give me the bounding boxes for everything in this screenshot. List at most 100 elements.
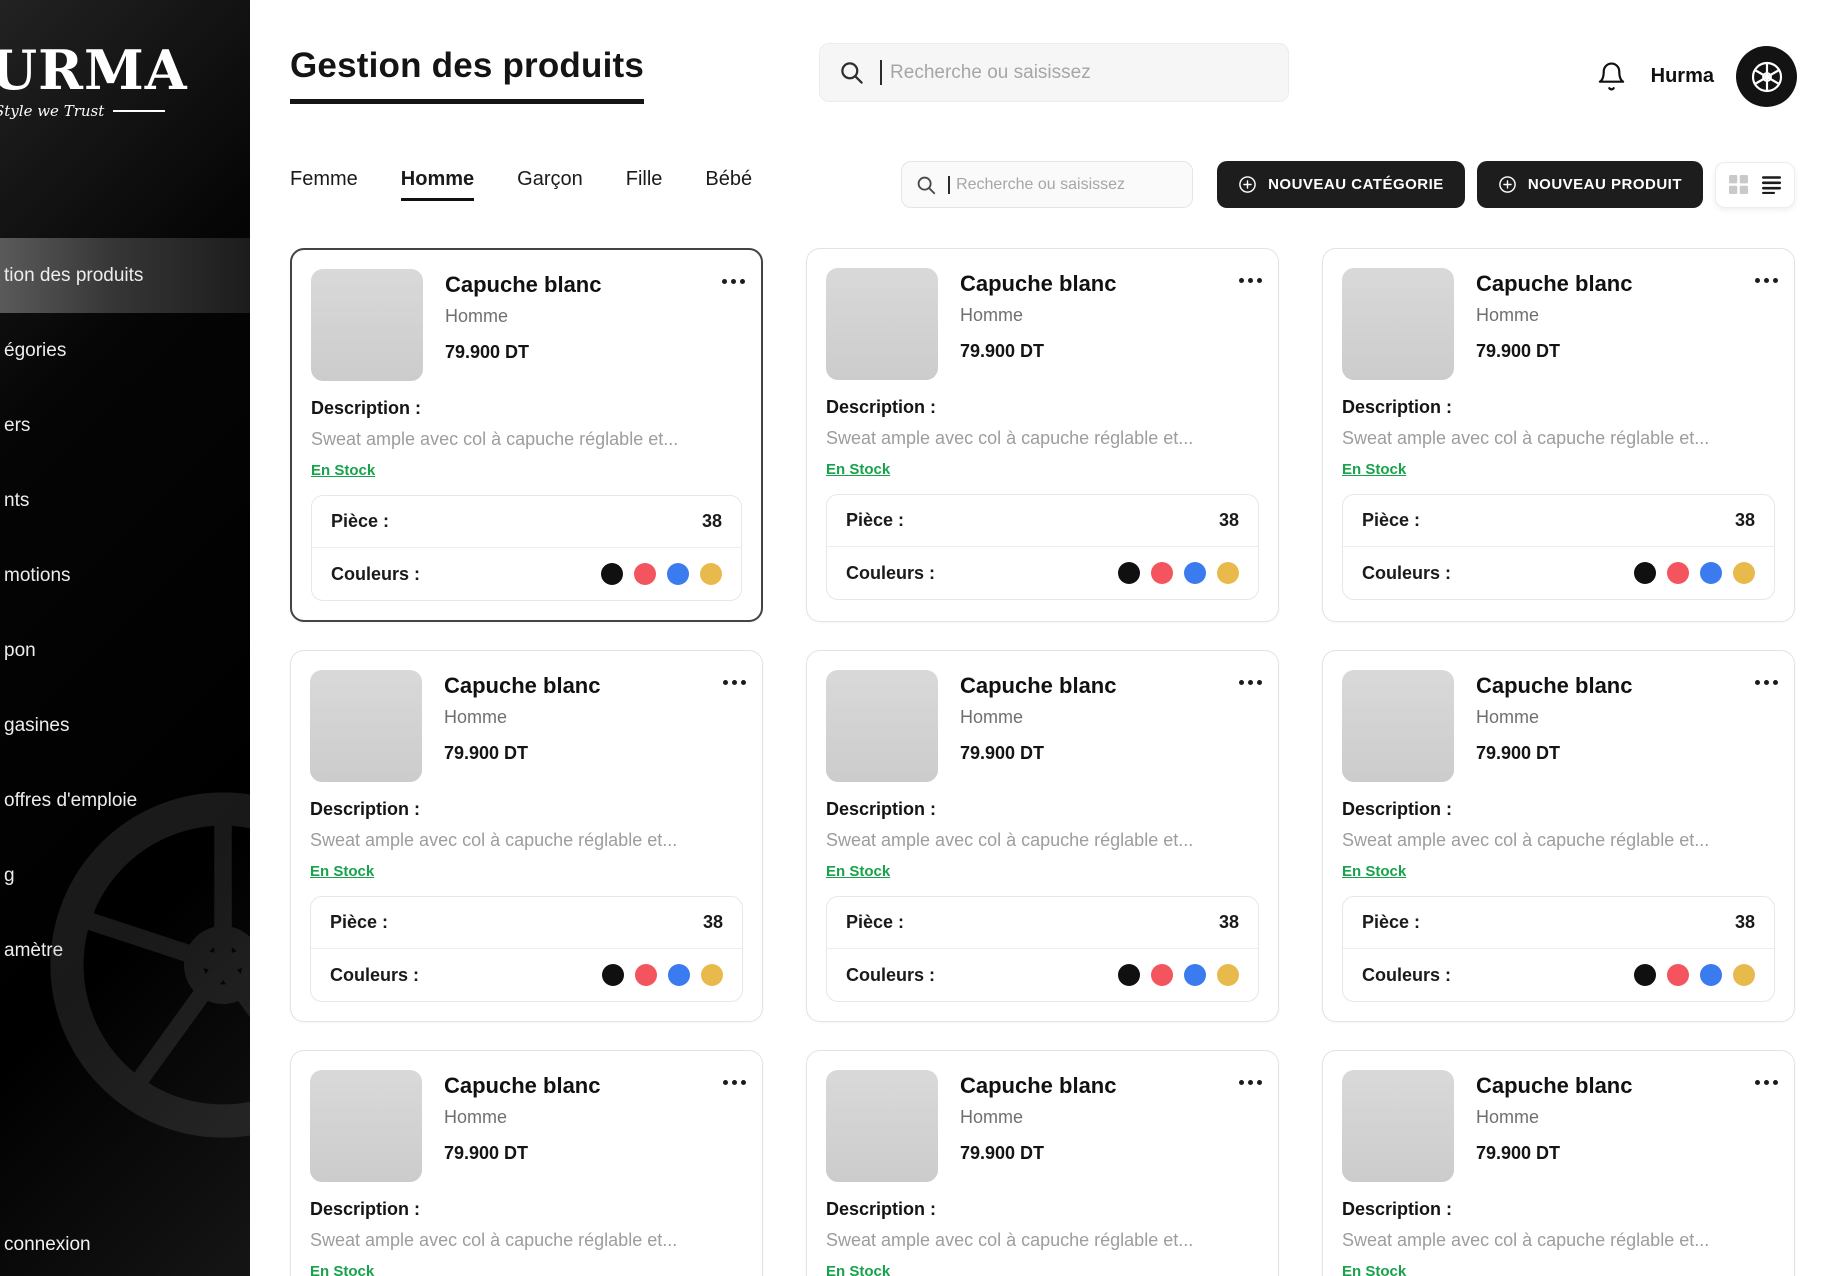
new-category-label: NOUVEAU CATÉGORIE bbox=[1268, 176, 1444, 193]
main-content: Gestion des produits Hurma bbox=[250, 0, 1840, 1276]
ellipsis-icon bbox=[732, 1080, 737, 1085]
sidebar-item[interactable]: g bbox=[0, 838, 250, 913]
product-card[interactable]: Capuche blanc Homme 79.900 DT Descriptio… bbox=[1322, 650, 1795, 1022]
colors-label: Couleurs : bbox=[1362, 563, 1451, 584]
card-menu-button[interactable] bbox=[1244, 270, 1257, 291]
product-title: Capuche blanc bbox=[1476, 673, 1632, 699]
card-menu-button[interactable] bbox=[1760, 672, 1773, 693]
ellipsis-icon bbox=[1764, 278, 1769, 283]
card-top: Capuche blanc Homme 79.900 DT bbox=[310, 670, 743, 782]
search-icon bbox=[838, 59, 865, 86]
text-cursor bbox=[880, 60, 882, 85]
header-search[interactable] bbox=[819, 43, 1289, 102]
ellipsis-icon bbox=[1248, 680, 1253, 685]
sidebar-item-logout[interactable]: connexion bbox=[4, 1234, 91, 1256]
product-category: Homme bbox=[444, 707, 600, 728]
card-head: Capuche blanc Homme 79.900 DT bbox=[1476, 670, 1632, 782]
colors-label: Couleurs : bbox=[330, 965, 419, 986]
product-card[interactable]: Capuche blanc Homme 79.900 DT Descriptio… bbox=[806, 248, 1279, 622]
grid-view-icon[interactable] bbox=[1729, 175, 1748, 194]
card-head: Capuche blanc Homme 79.900 DT bbox=[960, 670, 1116, 782]
notification-bell-icon[interactable] bbox=[1596, 61, 1627, 92]
color-dot bbox=[1118, 964, 1140, 986]
product-card[interactable]: Capuche blanc Homme 79.900 DT Descriptio… bbox=[290, 248, 763, 622]
color-dots bbox=[1118, 562, 1239, 584]
app-root: URMA Style we Trust tion des produitségo… bbox=[0, 0, 1840, 1276]
new-product-button[interactable]: NOUVEAU PRODUIT bbox=[1477, 161, 1703, 208]
product-card[interactable]: Capuche blanc Homme 79.900 DT Descriptio… bbox=[806, 650, 1279, 1022]
product-search-input[interactable] bbox=[956, 176, 1179, 194]
product-card[interactable]: Capuche blanc Homme 79.900 DT Descriptio… bbox=[806, 1050, 1279, 1276]
tab-bébé[interactable]: Bébé bbox=[705, 168, 752, 201]
new-category-button[interactable]: NOUVEAU CATÉGORIE bbox=[1217, 161, 1465, 208]
card-menu-button[interactable] bbox=[1760, 270, 1773, 291]
piece-value: 38 bbox=[702, 511, 722, 532]
header-search-input[interactable] bbox=[890, 62, 1270, 84]
color-dot bbox=[1733, 562, 1755, 584]
tab-femme[interactable]: Femme bbox=[290, 168, 358, 201]
card-menu-button[interactable] bbox=[1760, 1072, 1773, 1093]
color-dot bbox=[1700, 562, 1722, 584]
stock-badge: En Stock bbox=[1342, 461, 1406, 478]
sidebar-item[interactable]: amètre bbox=[0, 913, 250, 988]
product-search[interactable] bbox=[901, 161, 1193, 208]
color-dot bbox=[701, 964, 723, 986]
user-avatar[interactable] bbox=[1738, 48, 1795, 105]
colors-label: Couleurs : bbox=[1362, 965, 1451, 986]
product-info-box: Pièce : 38 Couleurs : bbox=[310, 896, 743, 1002]
card-top: Capuche blanc Homme 79.900 DT bbox=[826, 1070, 1259, 1182]
card-menu-button[interactable] bbox=[728, 672, 741, 693]
piece-value: 38 bbox=[703, 912, 723, 933]
sidebar-item[interactable]: pon bbox=[0, 613, 250, 688]
category-tabs: Femme Homme Garçon Fille Bébé bbox=[290, 168, 752, 201]
card-top: Capuche blanc Homme 79.900 DT bbox=[311, 269, 742, 381]
sidebar-item[interactable]: ers bbox=[0, 388, 250, 463]
user-name: Hurma bbox=[1651, 65, 1714, 88]
card-menu-button[interactable] bbox=[1244, 1072, 1257, 1093]
tab-homme[interactable]: Homme bbox=[401, 168, 474, 201]
sidebar-item[interactable]: motions bbox=[0, 538, 250, 613]
brand-tagline-text: Style we Trust bbox=[0, 102, 104, 120]
piece-row: Pièce : 38 bbox=[311, 897, 742, 948]
tab-fille[interactable]: Fille bbox=[626, 168, 663, 201]
product-card[interactable]: Capuche blanc Homme 79.900 DT Descriptio… bbox=[290, 1050, 763, 1276]
color-dots bbox=[1634, 562, 1755, 584]
card-head: Capuche blanc Homme 79.900 DT bbox=[960, 268, 1116, 380]
description-label: Description : bbox=[310, 1199, 743, 1220]
stock-badge: En Stock bbox=[826, 863, 890, 880]
product-card[interactable]: Capuche blanc Homme 79.900 DT Descriptio… bbox=[1322, 248, 1795, 622]
sidebar-item[interactable]: gasines bbox=[0, 688, 250, 763]
piece-label: Pièce : bbox=[1362, 912, 1420, 933]
description-label: Description : bbox=[826, 799, 1259, 820]
card-menu-button[interactable] bbox=[728, 1072, 741, 1093]
sidebar-item[interactable]: offres d'emploie bbox=[0, 763, 250, 838]
card-head: Capuche blanc Homme 79.900 DT bbox=[1476, 268, 1632, 380]
product-info-box: Pièce : 38 Couleurs : bbox=[826, 896, 1259, 1002]
product-description: Sweat ample avec col à capuche réglable … bbox=[826, 428, 1259, 449]
sidebar-item[interactable]: égories bbox=[0, 313, 250, 388]
card-menu-button[interactable] bbox=[727, 271, 740, 292]
card-head: Capuche blanc Homme 79.900 DT bbox=[444, 670, 600, 782]
card-menu-button[interactable] bbox=[1244, 672, 1257, 693]
card-top: Capuche blanc Homme 79.900 DT bbox=[1342, 1070, 1775, 1182]
color-dot bbox=[1151, 964, 1173, 986]
colors-row: Couleurs : bbox=[311, 948, 742, 1001]
product-grid: Capuche blanc Homme 79.900 DT Descriptio… bbox=[290, 248, 1795, 1276]
product-category: Homme bbox=[960, 1107, 1116, 1128]
product-image-placeholder bbox=[1342, 1070, 1454, 1182]
list-view-icon[interactable] bbox=[1762, 175, 1781, 194]
color-dot bbox=[1634, 964, 1656, 986]
color-dot bbox=[634, 563, 656, 585]
color-dot bbox=[1151, 562, 1173, 584]
product-price: 79.900 DT bbox=[1476, 341, 1632, 362]
tab-garçon[interactable]: Garçon bbox=[517, 168, 583, 201]
color-dot bbox=[635, 964, 657, 986]
product-card[interactable]: Capuche blanc Homme 79.900 DT Descriptio… bbox=[290, 650, 763, 1022]
brand-tagline: Style we Trust bbox=[0, 102, 250, 120]
piece-label: Pièce : bbox=[846, 912, 904, 933]
sidebar-item[interactable]: tion des produits bbox=[0, 238, 250, 313]
card-top: Capuche blanc Homme 79.900 DT bbox=[310, 1070, 743, 1182]
sidebar-item[interactable]: nts bbox=[0, 463, 250, 538]
color-dots bbox=[1118, 964, 1239, 986]
product-card[interactable]: Capuche blanc Homme 79.900 DT Descriptio… bbox=[1322, 1050, 1795, 1276]
